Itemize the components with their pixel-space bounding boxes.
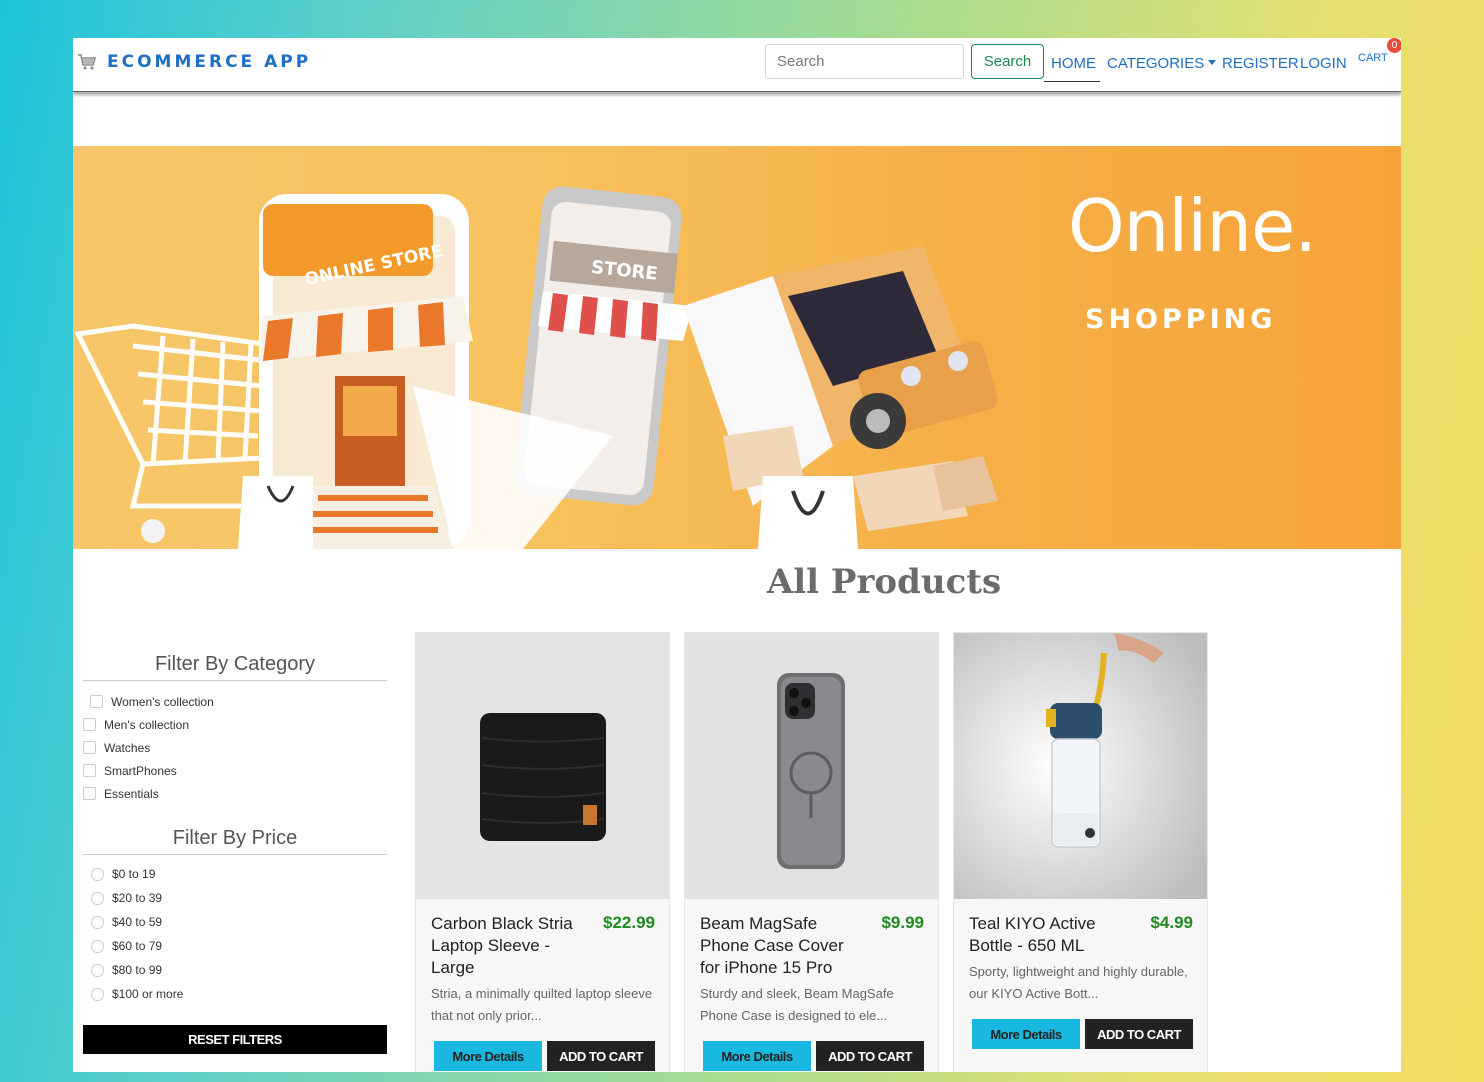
- brand-name: ECOMMERCE APP: [107, 52, 312, 72]
- product-image[interactable]: [954, 633, 1207, 899]
- hero-banner: ONLINE STORE STORE Online. SHOPPING: [73, 146, 1401, 549]
- price-label: $100 or more: [112, 987, 184, 1001]
- radio-button[interactable]: [91, 915, 104, 929]
- product-card: Teal KIYO Active Bottle - 650 ML $4.99 S…: [953, 632, 1208, 1072]
- search-button[interactable]: Search: [971, 44, 1044, 79]
- product-name: Teal KIYO Active Bottle - 650 ML: [969, 914, 1096, 955]
- more-details-button[interactable]: More Details: [703, 1041, 811, 1071]
- product-price: $22.99: [603, 913, 655, 932]
- product-image[interactable]: [416, 633, 669, 899]
- filter-price-title: Filter By Price: [83, 827, 387, 855]
- nav-categories[interactable]: CATEGORIES: [1107, 55, 1217, 72]
- price-label: $0 to 19: [112, 867, 156, 881]
- product-description: Sporty, lightweight and highly durable, …: [969, 964, 1188, 1001]
- price-label: $20 to 39: [112, 891, 163, 905]
- category-label: Watches: [104, 740, 151, 755]
- water-bottle-image: [954, 633, 1207, 899]
- search-input[interactable]: [765, 44, 964, 79]
- product-description: Stria, a minimally quilted laptop sleeve…: [431, 986, 653, 1023]
- radio-button[interactable]: [91, 987, 104, 1001]
- product-image[interactable]: [685, 633, 938, 899]
- category-label: Women's collection: [111, 694, 214, 709]
- navbar: ECOMMERCE APP Search HOME CATEGORIES REG…: [73, 38, 1401, 92]
- price-label: $40 to 59: [112, 915, 163, 929]
- category-filter-item[interactable]: Watches: [83, 736, 214, 759]
- product-description: Sturdy and sleek, Beam MagSafe Phone Cas…: [700, 986, 894, 1023]
- radio-button[interactable]: [91, 939, 104, 953]
- add-to-cart-button[interactable]: ADD TO CART: [547, 1041, 655, 1071]
- cart-count-badge: 0: [1387, 38, 1401, 53]
- filter-category-title: Filter By Category: [83, 653, 387, 681]
- radio-button[interactable]: [91, 963, 104, 977]
- more-details-button[interactable]: More Details: [434, 1041, 542, 1071]
- product-card: Carbon Black Stria Laptop Sleeve - Large…: [415, 632, 670, 1072]
- banner-title: Online.: [1068, 184, 1317, 268]
- product-price: $4.99: [1150, 913, 1193, 932]
- nav-categories-label: CATEGORIES: [1107, 55, 1205, 72]
- laptop-sleeve-image: [416, 633, 669, 899]
- price-filter-item[interactable]: $40 to 59: [83, 910, 183, 934]
- checkbox[interactable]: [83, 787, 96, 800]
- price-filter-item[interactable]: $80 to 99: [83, 958, 183, 982]
- category-label: SmartPhones: [104, 763, 177, 778]
- price-filter-item[interactable]: $60 to 79: [83, 934, 183, 958]
- checkbox[interactable]: [83, 764, 96, 777]
- shopping-cart-icon: [78, 54, 97, 70]
- price-filter-list: $0 to 19 $20 to 39 $40 to 59 $60 to 79 $…: [83, 862, 183, 1006]
- phone-case-image: [685, 633, 938, 899]
- chevron-down-icon: [1208, 60, 1217, 65]
- app-window: ECOMMERCE APP Search HOME CATEGORIES REG…: [73, 38, 1401, 1072]
- product-card: Beam MagSafe Phone Case Cover for iPhone…: [684, 632, 939, 1072]
- checkbox[interactable]: [90, 695, 103, 708]
- price-filter-item[interactable]: $0 to 19: [83, 862, 183, 886]
- nav-login[interactable]: LOGIN: [1300, 55, 1347, 72]
- price-filter-item[interactable]: $20 to 39: [83, 886, 183, 910]
- price-label: $60 to 79: [112, 939, 163, 953]
- reset-filters-button[interactable]: RESET FILTERS: [83, 1025, 387, 1054]
- page-title: All Products: [766, 562, 1002, 602]
- category-filter-item[interactable]: SmartPhones: [83, 759, 214, 782]
- price-filter-item[interactable]: $100 or more: [83, 982, 183, 1006]
- add-to-cart-button[interactable]: ADD TO CART: [1085, 1019, 1193, 1049]
- more-details-button[interactable]: More Details: [972, 1019, 1080, 1049]
- category-filter-item[interactable]: Women's collection: [83, 690, 214, 713]
- product-name: Beam MagSafe Phone Case Cover for iPhone…: [700, 914, 844, 977]
- category-filter-list: Women's collection Men's collection Watc…: [83, 690, 214, 805]
- nav-home-underline: [1044, 81, 1100, 82]
- product-price: $9.99: [881, 913, 924, 932]
- category-label: Essentials: [104, 786, 159, 801]
- product-name: Carbon Black Stria Laptop Sleeve - Large: [431, 914, 573, 977]
- nav-register[interactable]: REGISTER: [1222, 55, 1299, 72]
- checkbox[interactable]: [83, 718, 96, 731]
- brand[interactable]: ECOMMERCE APP: [77, 52, 311, 72]
- add-to-cart-button[interactable]: ADD TO CART: [816, 1041, 924, 1071]
- radio-button[interactable]: [91, 867, 104, 881]
- banner-subtitle: SHOPPING: [1085, 304, 1277, 335]
- nav-home[interactable]: HOME: [1051, 55, 1096, 72]
- price-label: $80 to 99: [112, 963, 163, 977]
- nav-cart[interactable]: CART: [1358, 52, 1388, 64]
- category-filter-item[interactable]: Men's collection: [83, 713, 214, 736]
- radio-button[interactable]: [91, 891, 104, 905]
- category-filter-item[interactable]: Essentials: [83, 782, 214, 805]
- checkbox[interactable]: [83, 741, 96, 754]
- category-label: Men's collection: [104, 717, 189, 732]
